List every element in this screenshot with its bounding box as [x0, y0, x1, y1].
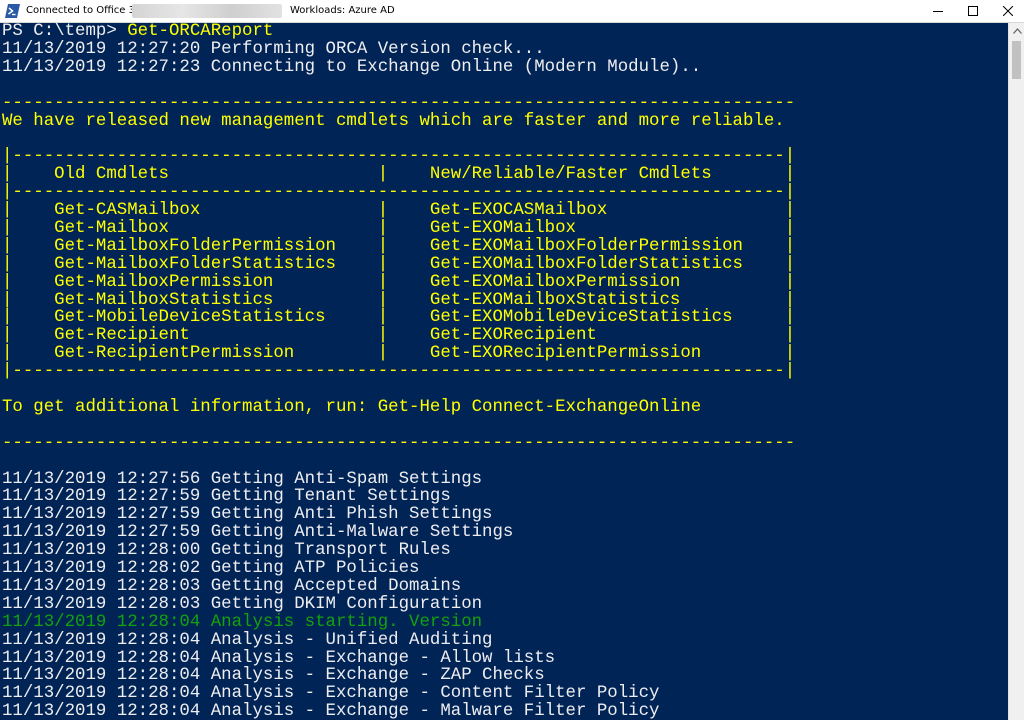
- console-line: 11/13/2019 12:28:04 Analysis - Exchange …: [2, 667, 545, 685]
- window-title-workloads: Workloads: Azure AD: [290, 5, 395, 16]
- console-line: | Get-MobileDeviceStatistics | Get-EXOMo…: [2, 309, 795, 327]
- console-line: | Old Cmdlets | New/Reliable/Faster Cmdl…: [2, 166, 795, 184]
- console-line: | Get-MailboxPermission | Get-EXOMailbox…: [2, 272, 796, 292]
- scrollbar-thumb[interactable]: [1012, 41, 1021, 79]
- console-text: 11/13/2019 12:28:04 Analysis - Exchange …: [2, 666, 545, 686]
- console-text: Get-ORCAReport: [127, 23, 274, 41]
- console-text: We have released new management cmdlets …: [2, 111, 785, 131]
- console-line: | Get-Mailbox | Get-EXOMailbox |: [2, 218, 796, 238]
- console-text: 11/13/2019 12:28:04 Analysis starting. V…: [2, 612, 483, 632]
- console-text: 11/13/2019 12:27:59 Getting Anti Phish S…: [2, 505, 493, 525]
- vertical-scrollbar[interactable]: [1008, 23, 1024, 720]
- console-text: To get additional information, run: Get-…: [2, 397, 702, 417]
- console-text: |---------------------------------------…: [2, 183, 796, 203]
- console-line: | Get-MailboxStatistics | Get-EXOMailbox…: [2, 290, 796, 310]
- console-line: | Get-MailboxFolderPermission | Get-EXOM…: [2, 236, 796, 256]
- console-line: 11/13/2019 12:28:03 Getting Accepted Dom…: [2, 576, 462, 596]
- console-text: 11/13/2019 12:27:59 Getting Tenant Setti…: [2, 487, 451, 507]
- console-text: | Get-MailboxPermission | Get-EXOMailbox…: [2, 272, 796, 292]
- console-line: 11/13/2019 12:27:59 Getting Anti-Malware…: [2, 524, 513, 542]
- console-line: | Get-MailboxFolderStatistics | Get-EXOM…: [2, 254, 796, 274]
- console-line: | Get-CASMailbox | Get-EXOCASMailbox |: [2, 202, 795, 220]
- maximize-button[interactable]: [955, 0, 991, 22]
- console-line: To get additional information, run: Get-…: [2, 397, 702, 417]
- console-text: | Get-RecipientPermission | Get-EXORecip…: [2, 344, 796, 364]
- console-line: 11/13/2019 12:28:02 Getting ATP Policies: [2, 560, 419, 578]
- console-text: 11/13/2019 12:28:03 Getting DKIM Configu…: [2, 594, 483, 614]
- close-icon: [1003, 6, 1013, 16]
- console-line: 11/13/2019 12:28:04 Analysis starting. V…: [2, 612, 483, 632]
- console-line: We have released new management cmdlets …: [2, 111, 785, 131]
- console-line: |---------------------------------------…: [2, 184, 795, 202]
- console-text: | Get-Recipient | Get-EXORecipient |: [2, 326, 796, 346]
- console-text: 11/13/2019 12:27:23 Connecting to Exchan…: [2, 57, 702, 77]
- powershell-icon: [5, 4, 20, 18]
- console-line: 11/13/2019 12:27:59 Getting Anti Phish S…: [2, 506, 493, 524]
- close-button[interactable]: [990, 0, 1024, 22]
- console-text: | Get-MobileDeviceStatistics | Get-EXOMo…: [2, 308, 796, 328]
- console-line: | Get-Recipient | Get-EXORecipient |: [2, 327, 795, 345]
- console-text: 11/13/2019 12:28:04 Analysis - Exchange …: [2, 684, 660, 704]
- console-line: 11/13/2019 12:28:03 Getting DKIM Configu…: [2, 594, 483, 614]
- console-text: ----------------------------------------…: [2, 433, 796, 453]
- console-text: 11/13/2019 12:28:03 Getting Accepted Dom…: [2, 576, 462, 596]
- scroll-up-button[interactable]: [1009, 23, 1024, 39]
- console-line: 11/13/2019 12:28:04 Analysis - Exchange …: [2, 685, 659, 703]
- console-text: |---------------------------------------…: [2, 147, 796, 167]
- minimize-icon: [933, 11, 943, 12]
- console-text: ----------------------------------------…: [2, 93, 796, 113]
- chevron-up-icon: [1012, 28, 1022, 34]
- powershell-window: Connected to Office 365 as: Workloads: A…: [0, 0, 1024, 720]
- console-line: 11/13/2019 12:28:04 Analysis - Exchange …: [2, 648, 556, 668]
- console-line: 11/13/2019 12:28:04 Analysis - Unified A…: [2, 630, 493, 650]
- console-line: PS C:\temp> Get-ORCAReport: [2, 23, 273, 41]
- console-text: | Old Cmdlets | New/Reliable/Faster Cmdl…: [2, 165, 796, 185]
- title-bar[interactable]: Connected to Office 365 as: Workloads: A…: [0, 0, 1024, 23]
- console-text: PS C:\temp>: [2, 23, 128, 41]
- console-text: 11/13/2019 12:28:02 Getting ATP Policies: [2, 559, 420, 578]
- console-line: 11/13/2019 12:27:59 Getting Tenant Setti…: [2, 488, 451, 506]
- console-text: 11/13/2019 12:27:59 Getting Anti-Malware…: [2, 523, 514, 543]
- console-line: |---------------------------------------…: [2, 148, 795, 166]
- console-text: 11/13/2019 12:27:56 Getting Anti-Spam Se…: [2, 469, 483, 489]
- console-text: | Get-MailboxFolderPermission | Get-EXOM…: [2, 236, 796, 256]
- console-text: | Get-Mailbox | Get-EXOMailbox |: [2, 218, 796, 238]
- console-line: ----------------------------------------…: [2, 433, 796, 453]
- console-text: 11/13/2019 12:28:04 Analysis - Exchange …: [2, 702, 660, 720]
- console-text: | Get-MailboxStatistics | Get-EXOMailbox…: [2, 290, 796, 310]
- console-text: 11/13/2019 12:28:04 Analysis - Exchange …: [2, 648, 556, 668]
- redacted-account: [132, 4, 282, 18]
- console-line: | Get-RecipientPermission | Get-EXORecip…: [2, 345, 795, 363]
- console-text: | Get-CASMailbox | Get-EXOCASMailbox |: [2, 201, 796, 220]
- console-line: 11/13/2019 12:28:00 Getting Transport Ru…: [2, 542, 451, 560]
- console-output[interactable]: PS C:\temp> Get-ORCAReport 11/13/2019 12:…: [0, 23, 1008, 720]
- console-line: |---------------------------------------…: [2, 363, 795, 381]
- console-line: 11/13/2019 12:27:20 Performing ORCA Vers…: [2, 39, 545, 59]
- console-line: ----------------------------------------…: [2, 93, 796, 113]
- console-line: 11/13/2019 12:27:23 Connecting to Exchan…: [2, 57, 702, 77]
- minimize-button[interactable]: [920, 0, 956, 22]
- maximize-icon: [968, 6, 978, 16]
- console-line: 11/13/2019 12:28:04 Analysis - Exchange …: [2, 703, 659, 720]
- console-text: 11/13/2019 12:28:04 Analysis - Unified A…: [2, 630, 493, 650]
- console-text: 11/13/2019 12:27:20 Performing ORCA Vers…: [2, 39, 545, 59]
- console-text: |---------------------------------------…: [2, 362, 796, 382]
- console-text: 11/13/2019 12:28:00 Getting Transport Ru…: [2, 541, 451, 561]
- console-line: 11/13/2019 12:27:56 Getting Anti-Spam Se…: [2, 469, 483, 489]
- console-text: | Get-MailboxFolderStatistics | Get-EXOM…: [2, 254, 796, 274]
